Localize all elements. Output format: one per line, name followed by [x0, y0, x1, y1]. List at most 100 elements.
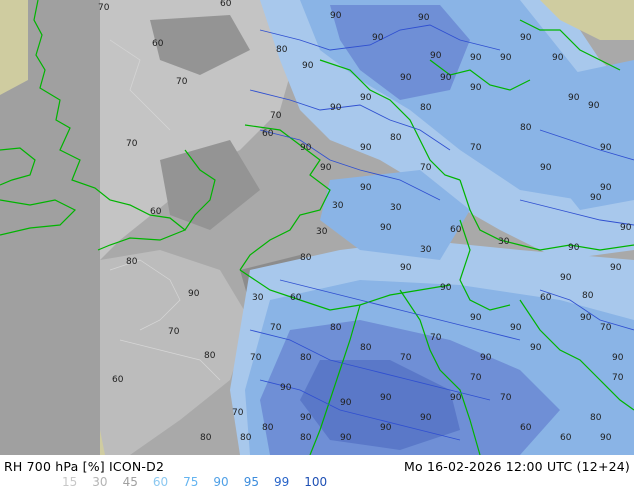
contour-label: 90 — [588, 101, 600, 111]
contour-label: 80 — [300, 433, 312, 443]
contour-label: 80 — [520, 123, 532, 133]
contour-label: 80 — [390, 133, 402, 143]
contour-label: 90 — [568, 93, 580, 103]
contour-label: 90 — [400, 73, 412, 83]
title-row: RH 700 hPa [%] ICON-D2 Mo 16-02-2026 12:… — [4, 459, 630, 475]
contour-label: 70 — [400, 353, 412, 363]
contour-label: 90 — [620, 223, 632, 233]
contour-label: 60 — [152, 39, 164, 49]
contour-label: 80 — [300, 353, 312, 363]
tan-outside-domain — [0, 0, 28, 95]
legend-value: 100 — [304, 475, 328, 489]
contour-label: 90 — [430, 51, 442, 61]
legend-value: 60 — [152, 475, 169, 489]
contour-label: 70 — [470, 143, 482, 153]
contour-label: 90 — [580, 313, 592, 323]
contour-label: 90 — [600, 433, 612, 443]
contour-label: 90 — [450, 393, 462, 403]
contour-label: 60 — [560, 433, 572, 443]
contour-label: 80 — [300, 253, 312, 263]
contour-label: 90 — [188, 289, 200, 299]
color-legend: 15 30 45 60 75 90 95 99 100 — [62, 475, 342, 489]
contour-label: 90 — [380, 223, 392, 233]
contour-label: 90 — [418, 13, 430, 23]
contour-label: 60 — [290, 293, 302, 303]
contour-label: 90 — [440, 283, 452, 293]
contour-label: 90 — [552, 53, 564, 63]
contour-label: 90 — [568, 243, 580, 253]
weather-map: 70 60 60 70 80 90 90 90 90 90 90 80 70 60 60 70 80 90 70 80… — [0, 0, 634, 455]
contour-label: 90 — [540, 163, 552, 173]
contour-label: 30 — [332, 201, 344, 211]
contour-label: 90 — [380, 393, 392, 403]
footer: RH 700 hPa [%] ICON-D2 Mo 16-02-2026 12:… — [0, 455, 634, 490]
contour-label: 70 — [500, 393, 512, 403]
contour-label: 70 — [270, 323, 282, 333]
contour-label: 70 — [612, 373, 624, 383]
legend-value: 90 — [213, 475, 229, 489]
contour-label: 90 — [300, 143, 312, 153]
contour-label: 80 — [240, 433, 252, 443]
contour-label: 30 — [316, 227, 328, 237]
contour-label: 90 — [600, 183, 612, 193]
contour-label: 90 — [420, 413, 432, 423]
legend-value: 30 — [92, 475, 108, 489]
contour-label: 90 — [590, 193, 602, 203]
contour-label: 30 — [420, 245, 432, 255]
contour-label: 30 — [252, 293, 264, 303]
contour-label: 90 — [280, 383, 292, 393]
contour-label: 70 — [270, 111, 282, 121]
contour-label: 90 — [530, 343, 542, 353]
contour-label: 90 — [330, 103, 342, 113]
contour-label: 90 — [360, 143, 372, 153]
contour-label: 90 — [510, 323, 522, 333]
legend-value: 99 — [273, 475, 290, 489]
contour-label: 70 — [430, 333, 442, 343]
contour-label: 70 — [168, 327, 180, 337]
contour-label: 90 — [372, 33, 384, 43]
contour-label: 90 — [612, 353, 624, 363]
contour-label: 60 — [112, 375, 124, 385]
contour-label: 60 — [540, 293, 552, 303]
contour-label: 70 — [98, 3, 110, 13]
map-title: RH 700 hPa [%] ICON-D2 — [4, 459, 165, 474]
legend-value: 45 — [122, 475, 138, 489]
contour-label: 90 — [470, 53, 482, 63]
contour-label: 90 — [470, 83, 482, 93]
contour-label: 80 — [582, 291, 594, 301]
legend-value: 75 — [183, 475, 199, 489]
contour-label: 90 — [360, 93, 372, 103]
contour-label: 90 — [380, 423, 392, 433]
contour-label: 90 — [302, 61, 314, 71]
contour-label: 90 — [400, 263, 412, 273]
valid-time: Mo 16-02-2026 12:00 UTC (12+24) — [403, 459, 630, 474]
contour-label: 90 — [440, 73, 452, 83]
contour-label: 30 — [390, 203, 402, 213]
contour-label: 70 — [176, 77, 188, 87]
contour-label: 70 — [470, 373, 482, 383]
contour-label: 90 — [600, 143, 612, 153]
contour-label: 90 — [480, 353, 492, 363]
contour-label: 90 — [360, 183, 372, 193]
contour-label: 90 — [300, 413, 312, 423]
contour-label: 60 — [220, 0, 232, 9]
contour-label: 90 — [520, 33, 532, 43]
contour-label: 60 — [520, 423, 532, 433]
contour-label: 80 — [420, 103, 432, 113]
contour-label: 80 — [590, 413, 602, 423]
legend-value: 15 — [62, 475, 78, 489]
contour-label: 90 — [560, 273, 572, 283]
contour-label: 90 — [330, 11, 342, 21]
contour-label: 80 — [262, 423, 274, 433]
contour-label: 80 — [276, 45, 288, 55]
contour-label: 70 — [420, 163, 432, 173]
contour-label: 80 — [126, 257, 138, 267]
contour-label: 70 — [126, 139, 138, 149]
contour-label: 80 — [360, 343, 372, 353]
contour-label: 90 — [340, 398, 352, 408]
contour-label: 90 — [610, 263, 622, 273]
contour-label: 90 — [340, 433, 352, 443]
contour-label: 70 — [600, 323, 612, 333]
contour-label: 60 — [150, 207, 162, 217]
contour-label: 30 — [498, 237, 510, 247]
